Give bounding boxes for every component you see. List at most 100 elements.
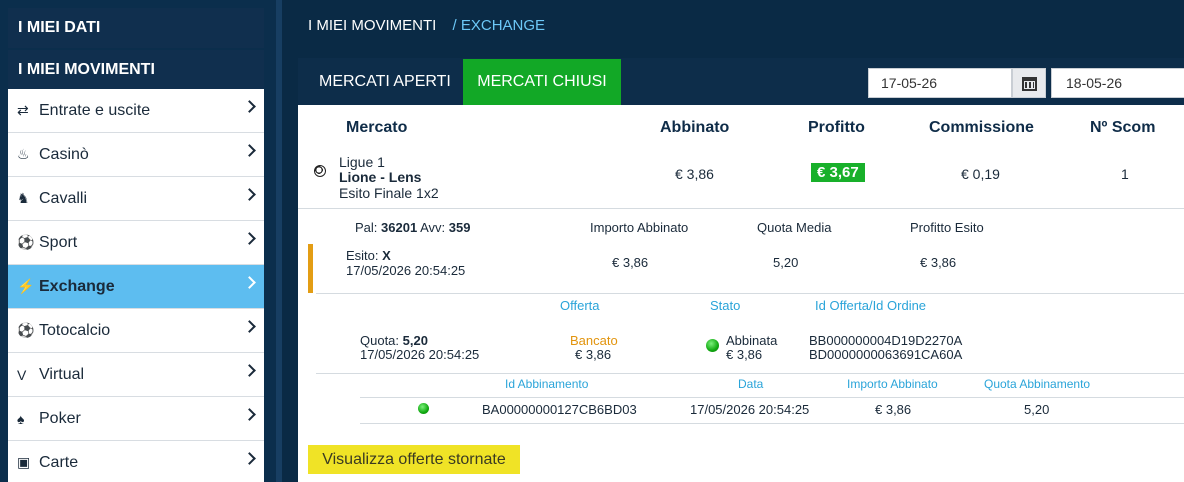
sidebar-item-label: Cavalli: [39, 189, 88, 207]
pal-avv-info: Pal: 36201 Avv: 359: [355, 220, 471, 235]
outcome-label: Esito: X: [346, 248, 391, 263]
sidebar-item-label: Sport: [39, 233, 78, 251]
sidebar-item-virtual[interactable]: V Virtual: [8, 353, 264, 397]
col-header-profit: Profitto: [808, 119, 865, 136]
sidebar-menu: ⇄ Entrate e uscite ♨ Casinò ♞ Cavalli ⚽ Sport ⚡ E…: [8, 89, 264, 482]
chevron-right-icon: [243, 408, 256, 421]
sidebar-item-label: Totocalcio: [39, 321, 111, 339]
offer-divider: [316, 373, 1184, 374]
offer-type-amount: € 3,86: [575, 347, 612, 362]
detail-header-profit: Profitto Esito: [910, 220, 984, 235]
detail-header-amount: Importo Abbinato: [590, 220, 689, 235]
sidebar: I MIEI DATI I MIEI MOVIMENTI ⇄ Entrate e …: [0, 0, 276, 482]
exchange-icon: ⚡: [17, 278, 35, 294]
chevron-right-icon: [243, 232, 256, 245]
chevron-right-icon: [243, 452, 256, 465]
col-header-count: Nº Scom: [1090, 119, 1156, 136]
virtual-icon: V: [17, 366, 27, 383]
breadcrumb: I MIEI MOVIMENTI / EXCHANGE: [308, 17, 545, 34]
outcome-profit: € 3,86: [920, 255, 957, 270]
order-id: BD0000000063691CA60A: [809, 347, 963, 362]
sidebar-item-cavalli[interactable]: ♞ Cavalli: [8, 177, 264, 221]
sidebar-item-label: Casinò: [39, 145, 89, 163]
tab-closed-markets[interactable]: MERCATI CHIUSI: [463, 59, 621, 105]
offer-status-amount: € 3,86: [726, 347, 763, 362]
col-header-commission: Commissione: [929, 119, 1034, 136]
match-header-divider: [360, 397, 1184, 398]
chevron-right-icon: [243, 364, 256, 377]
outcome-amount: € 3,86: [612, 255, 649, 270]
offer-status: Abbinata: [726, 333, 778, 348]
content-panel: Mercato Abbinato Profitto Commissione Nº…: [298, 105, 1184, 482]
sidebar-item-entrate-e-uscite[interactable]: ⇄ Entrate e uscite: [8, 89, 264, 133]
spade-icon: ♠: [17, 410, 25, 427]
chevron-right-icon: [243, 320, 256, 333]
chevron-right-icon: [243, 144, 256, 157]
offer-quota: Quota: 5,20: [360, 333, 428, 348]
col-header-market: Mercato: [346, 119, 408, 136]
outcome-datetime: 17/05/2026 20:54:25: [346, 263, 466, 278]
tab-open-markets[interactable]: MERCATI APERTI: [301, 59, 469, 105]
calendar-icon: [1022, 77, 1037, 91]
sidebar-item-totocalcio[interactable]: ⚽ Totocalcio: [8, 309, 264, 353]
date-to-input[interactable]: 18-05-26: [1051, 68, 1184, 98]
match-status-icon: [418, 403, 429, 414]
sidebar-item-sport[interactable]: ⚽ Sport: [8, 221, 264, 265]
sidebar-item-carte[interactable]: ▣ Carte: [8, 441, 264, 482]
offer-id: BB000000004D19D2270A: [809, 333, 963, 348]
sidebar-item-poker[interactable]: ♠ Poker: [8, 397, 264, 441]
league-name: Ligue 1: [339, 154, 385, 170]
row-divider: [298, 208, 1184, 209]
outcome-accent-bar: [308, 244, 313, 293]
chevron-right-icon: [243, 100, 256, 113]
offer-datetime: 17/05/2026 20:54:25: [360, 347, 480, 362]
calendar-button[interactable]: [1012, 68, 1046, 98]
sidebar-item-label: Carte: [39, 453, 79, 471]
market-type: Esito Finale 1x2: [339, 185, 439, 201]
soccer-ball-icon: [314, 165, 326, 177]
match-amount: € 3,86: [875, 402, 912, 417]
matched-value: € 3,86: [675, 166, 714, 182]
match-header-quota: Quota Abbinamento: [984, 377, 1091, 391]
detail-divider: [316, 293, 1184, 294]
profit-badge: € 3,67: [811, 163, 865, 182]
chevron-right-icon: [243, 276, 256, 289]
soccer-ball-icon: ⚽: [17, 322, 35, 338]
match-header-date: Data: [738, 377, 764, 391]
breadcrumb-root[interactable]: I MIEI MOVIMENTI: [308, 17, 436, 34]
match-row-divider: [360, 423, 1184, 424]
match-header-id: Id Abbinamento: [505, 377, 589, 391]
chevron-right-icon: [243, 188, 256, 201]
section-my-data[interactable]: I MIEI DATI: [8, 8, 264, 48]
status-matched-icon: [706, 339, 719, 352]
outcome-avg-odds: 5,20: [773, 255, 799, 270]
offer-header-offer: Offerta: [560, 298, 600, 313]
section-my-movements[interactable]: I MIEI MOVIMENTI: [8, 50, 264, 90]
transfer-arrows-icon: ⇄: [17, 102, 29, 118]
offer-header-status: Stato: [710, 298, 741, 313]
casino-icon: ♨: [17, 146, 30, 162]
sidebar-divider: [276, 0, 282, 482]
sidebar-item-exchange[interactable]: ⚡ Exchange: [8, 265, 264, 309]
event-name[interactable]: Lione - Lens: [339, 169, 421, 185]
match-id: BA00000000127CB6BD03: [482, 402, 637, 417]
match-date: 17/05/2026 20:54:25: [690, 402, 810, 417]
soccer-ball-icon: ⚽: [17, 234, 35, 250]
col-header-matched: Abbinato: [660, 119, 730, 136]
match-header-amount: Importo Abbinato: [847, 377, 938, 391]
offer-header-id: Id Offerta/Id Ordine: [815, 298, 927, 313]
card-icon: ▣: [17, 454, 31, 470]
offer-type: Bancato: [570, 333, 618, 348]
show-cancelled-offers-button[interactable]: Visualizza offerte stornate: [308, 445, 520, 474]
detail-header-avg-odds: Quota Media: [757, 220, 832, 235]
date-from-input[interactable]: 17-05-26: [868, 68, 1012, 98]
sidebar-item-label: Poker: [39, 409, 81, 427]
sidebar-item-casin[interactable]: ♨ Casinò: [8, 133, 264, 177]
sidebar-item-label: Exchange: [39, 277, 115, 295]
bet-count: 1: [1121, 166, 1129, 182]
sidebar-item-label: Virtual: [39, 365, 85, 383]
breadcrumb-current: / EXCHANGE: [452, 17, 546, 34]
horse-icon: ♞: [17, 190, 30, 206]
sidebar-item-label: Entrate e uscite: [39, 101, 151, 119]
match-quota: 5,20: [1024, 402, 1050, 417]
